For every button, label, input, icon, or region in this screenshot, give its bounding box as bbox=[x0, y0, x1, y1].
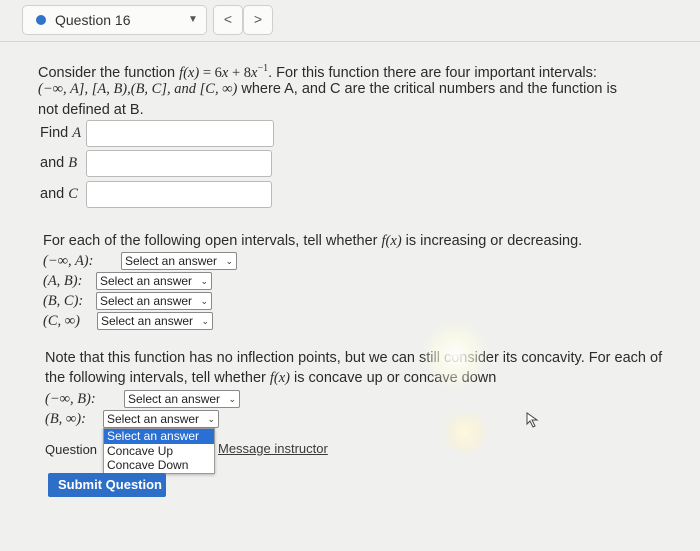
light-glare bbox=[440, 410, 490, 455]
answer-input-a[interactable] bbox=[86, 120, 274, 147]
conc-select-2[interactable]: Select an answer ⌄ bbox=[103, 410, 219, 428]
cursor-icon bbox=[526, 412, 539, 428]
dropdown-option[interactable]: Select an answer bbox=[104, 429, 214, 444]
conc-select-1[interactable]: Select an answer ⌄ bbox=[124, 390, 240, 408]
concavity-dropdown-list[interactable]: Select an answer Concave Up Concave Down bbox=[103, 428, 215, 474]
inc-select-3[interactable]: Select an answer ⌄ bbox=[96, 292, 212, 310]
divider bbox=[0, 41, 700, 42]
intro-line-3: not defined at B. bbox=[38, 102, 144, 118]
submit-question-button[interactable]: Submit Question bbox=[48, 473, 166, 497]
conc-interval-2: (B, ∞): bbox=[45, 411, 86, 427]
message-instructor-link[interactable]: Message instructor bbox=[218, 441, 328, 456]
answer-input-c[interactable] bbox=[86, 181, 272, 208]
inc-interval-4: (C, ∞) bbox=[43, 313, 80, 329]
chevron-down-icon: ⌄ bbox=[200, 276, 208, 286]
field-label-b: and B bbox=[40, 155, 78, 171]
inc-prompt: For each of the following open intervals… bbox=[43, 233, 583, 249]
intro-line-2: (−∞, A], [A, B),(B, C], and [C, ∞) where… bbox=[38, 81, 617, 97]
dropdown-option[interactable]: Concave Up bbox=[104, 444, 214, 459]
next-question-button[interactable]: > bbox=[243, 5, 273, 35]
light-glare bbox=[420, 320, 490, 390]
chevron-down-icon: ⌄ bbox=[200, 296, 208, 306]
chevron-down-icon: ⌄ bbox=[207, 414, 215, 424]
conc-line-1: Note that this function has no inflectio… bbox=[45, 350, 663, 366]
caret-down-icon: ▼ bbox=[188, 14, 198, 25]
inc-select-4[interactable]: Select an answer ⌄ bbox=[97, 312, 213, 330]
dropdown-option[interactable]: Concave Down bbox=[104, 458, 214, 473]
field-label-c: and C bbox=[40, 186, 78, 202]
chevron-down-icon: ⌄ bbox=[201, 316, 209, 326]
answer-input-b[interactable] bbox=[86, 150, 272, 177]
inc-select-2[interactable]: Select an answer ⌄ bbox=[96, 272, 212, 290]
field-label-a: Find A bbox=[40, 125, 82, 141]
question-label: Question 16 bbox=[55, 12, 131, 28]
question-footer-label: Question bbox=[45, 442, 98, 457]
chevron-down-icon: ⌄ bbox=[228, 394, 236, 404]
inc-interval-3: (B, C): bbox=[43, 293, 84, 309]
status-dot-icon bbox=[36, 15, 46, 25]
inc-select-1[interactable]: Select an answer ⌄ bbox=[121, 252, 237, 270]
question-select[interactable]: Question 16 ▼ bbox=[22, 5, 207, 35]
prev-question-button[interactable]: < bbox=[213, 5, 243, 35]
inc-interval-1: (−∞, A): bbox=[43, 253, 94, 269]
inc-interval-2: (A, B): bbox=[43, 273, 83, 289]
conc-interval-1: (−∞, B): bbox=[45, 391, 96, 407]
chevron-down-icon: ⌄ bbox=[225, 256, 233, 266]
